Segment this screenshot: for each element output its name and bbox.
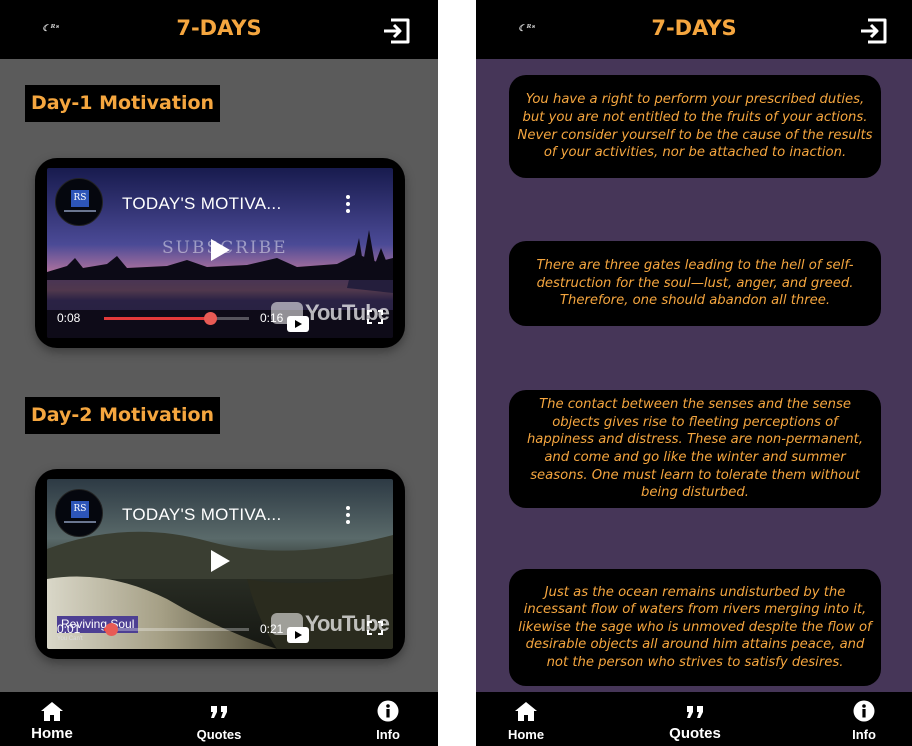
quote-card: There are three gates leading to the hel… <box>509 241 881 326</box>
play-icon[interactable] <box>209 549 231 573</box>
quote-icon <box>687 706 703 718</box>
app-title: 7-DAYS <box>176 16 262 40</box>
info-icon <box>377 700 399 722</box>
section-heading-day-1: Day-1 Motivation <box>25 85 221 122</box>
quote-card: You have a right to perform your prescri… <box>509 75 881 178</box>
video-title[interactable]: TODAY'S MOTIVA... <box>122 505 281 525</box>
quotes-screen: ☾ᴿˢ 7-DAYS You have a right to perform y… <box>476 0 912 746</box>
quote-text: The contact between the senses and the s… <box>526 397 864 501</box>
section-heading-day-2: Day-2 Motivation <box>25 397 221 434</box>
video-progress-fill <box>104 317 210 320</box>
nav-home[interactable]: Home <box>486 692 566 746</box>
video-title[interactable]: TODAY'S MOTIVA... <box>122 194 281 214</box>
channel-avatar[interactable]: RS <box>55 489 103 537</box>
quote-text: There are three gates leading to the hel… <box>536 258 854 309</box>
nav-quotes-label: Quotes <box>196 727 242 742</box>
video-caption-sub: You Can't <box>57 636 83 642</box>
nav-home-label: Home <box>31 725 73 742</box>
app-title: 7-DAYS <box>651 16 737 40</box>
channel-initials: RS <box>71 501 89 518</box>
nav-quotes[interactable]: Quotes <box>655 692 735 746</box>
home-icon <box>515 702 537 721</box>
app-bar: ☾ᴿˢ 7-DAYS <box>476 0 912 59</box>
quote-text: You have a right to perform your prescri… <box>517 92 873 161</box>
fullscreen-icon[interactable] <box>367 621 383 635</box>
video-current-time: 0:01 <box>57 622 81 636</box>
nav-info-label: Info <box>852 727 876 742</box>
videos-screen: ☾ᴿˢ 7-DAYS Day-1 Motivation RS TODAY'S M… <box>0 0 438 746</box>
video-player[interactable]: SUBSCRIBE RS TODAY'S MOTIVA... 0:08 0:16… <box>47 168 393 338</box>
exit-icon[interactable] <box>381 17 411 45</box>
video-progress-knob[interactable] <box>203 312 217 325</box>
youtube-logo[interactable]: YouTube <box>271 300 390 332</box>
info-icon <box>853 700 875 722</box>
bottom-nav: Home Quotes Info <box>0 692 438 746</box>
home-icon <box>41 702 63 721</box>
more-options-icon[interactable] <box>341 194 355 214</box>
bottom-nav: Home Quotes Info <box>476 692 912 746</box>
app-bar: ☾ᴿˢ 7-DAYS <box>0 0 438 59</box>
nav-info[interactable]: Info <box>348 692 428 746</box>
nav-home-label: Home <box>507 727 545 742</box>
video-current-time: 0:08 <box>57 311 81 325</box>
channel-avatar[interactable]: RS <box>55 178 103 226</box>
nav-quotes-label: Quotes <box>669 725 721 742</box>
nav-info[interactable]: Info <box>824 692 904 746</box>
quote-card: The contact between the senses and the s… <box>509 390 881 508</box>
nav-home[interactable]: Home <box>12 692 92 746</box>
play-icon[interactable] <box>209 238 231 262</box>
video-player[interactable]: RS TODAY'S MOTIVA... Reviving Soul You C… <box>47 479 393 649</box>
nav-quotes[interactable]: Quotes <box>179 692 259 746</box>
fullscreen-icon[interactable] <box>367 310 383 324</box>
quote-text: Just as the ocean remains undisturbed by… <box>518 584 872 670</box>
exit-icon[interactable] <box>858 17 888 45</box>
more-options-icon[interactable] <box>341 505 355 525</box>
video-progress-bar[interactable] <box>104 312 249 325</box>
quote-card: Just as the ocean remains undisturbed by… <box>509 569 881 686</box>
video-progress-bar[interactable] <box>104 623 249 636</box>
video-card-day-2[interactable]: RS TODAY'S MOTIVA... Reviving Soul You C… <box>35 469 405 659</box>
nav-info-label: Info <box>376 727 400 742</box>
channel-initials: RS <box>71 190 89 207</box>
video-card-day-1[interactable]: SUBSCRIBE RS TODAY'S MOTIVA... 0:08 0:16… <box>35 158 405 348</box>
youtube-logo[interactable]: YouTube <box>271 611 390 643</box>
quote-icon <box>211 706 227 718</box>
